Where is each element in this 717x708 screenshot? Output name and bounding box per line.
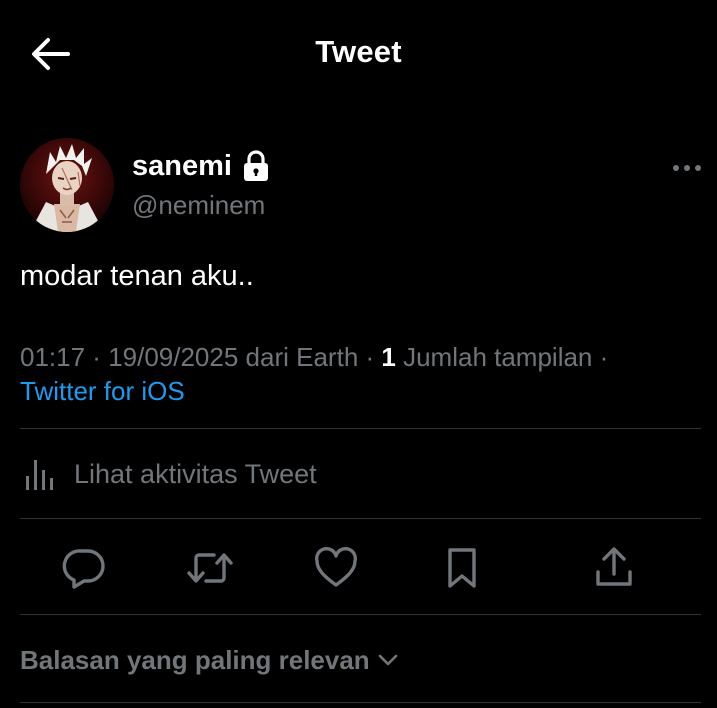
view-tweet-activity-button[interactable]: Lihat aktivitas Tweet [20, 448, 317, 500]
replies-sort-label: Balasan yang paling relevan [20, 644, 370, 675]
tweet-text: modar tenan aku.. [20, 260, 254, 292]
avatar[interactable] [20, 138, 114, 232]
heart-icon [314, 547, 358, 587]
speech-bubble-icon [62, 549, 105, 589]
retweet-button[interactable] [186, 540, 234, 596]
lock-icon [243, 150, 268, 181]
reply-button[interactable] [60, 540, 108, 596]
like-button[interactable] [312, 540, 360, 596]
tweet-time[interactable]: 01:17 [20, 342, 85, 372]
page-title: Tweet [315, 34, 402, 69]
avatar-image [20, 138, 114, 232]
more-horizontal-icon [673, 165, 701, 171]
display-name[interactable]: sanemi [132, 150, 232, 183]
replies-sort-dropdown[interactable]: Balasan yang paling relevan [20, 642, 400, 678]
chevron-down-icon [378, 654, 398, 666]
tweet-location: dari Earth [238, 342, 359, 372]
tweet-meta: 01:17 · 19/09/2025 dari Earth · 1 Jumlah… [20, 340, 710, 408]
retweet-icon [187, 553, 233, 583]
views-label: Jumlah tampilan [395, 342, 593, 372]
divider [20, 428, 701, 429]
tweet-author: sanemi @neminem [20, 138, 701, 234]
username[interactable]: @neminem [132, 190, 265, 221]
bookmark-icon [448, 548, 476, 588]
share-upload-icon [596, 547, 632, 586]
bar-chart-icon [26, 460, 53, 490]
meta-separator: · [592, 342, 609, 372]
meta-separator: · [85, 342, 109, 372]
more-options-button[interactable] [670, 158, 704, 178]
views-count: 1 [381, 342, 396, 372]
activity-label: Lihat aktivitas Tweet [74, 458, 317, 489]
bookmark-button[interactable] [438, 540, 486, 596]
meta-separator: · [358, 342, 382, 372]
display-name-row: sanemi [132, 148, 270, 184]
tweet-source-link[interactable]: Twitter for iOS [20, 376, 185, 406]
divider [20, 614, 701, 615]
divider [20, 518, 701, 519]
tweet-actions [0, 540, 717, 596]
divider [20, 702, 701, 703]
share-button[interactable] [590, 540, 638, 596]
tweet-date[interactable]: 19/09/2025 [108, 342, 238, 372]
top-bar: Tweet [0, 0, 717, 108]
